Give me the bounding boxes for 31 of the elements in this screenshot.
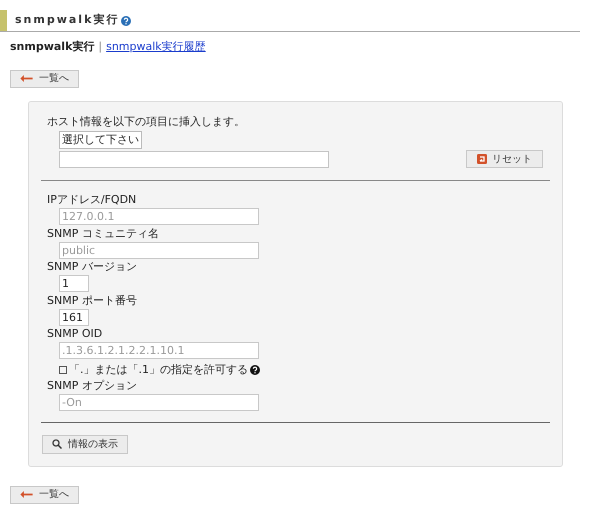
checkbox[interactable] (59, 366, 67, 374)
page-title: snmpwalk実行 (15, 12, 120, 28)
input-field[interactable]: -On (59, 394, 259, 411)
history-link[interactable]: snmpwalk実行履歴 (106, 39, 206, 56)
show-info-button[interactable]: 情報の表示 (42, 434, 128, 454)
field-label: IPアドレス/FQDN (47, 193, 138, 207)
checkbox-label: 「.」または「.1」の指定を許可する (69, 362, 248, 378)
accent-bar (0, 10, 7, 31)
field-label: SNMP コミュニティ名 (47, 226, 160, 240)
field-label: SNMP ポート番号 (47, 294, 138, 308)
input-field[interactable]: .1.3.6.1.2.1.2.2.1.10.1 (59, 342, 259, 359)
return-arrow-icon (477, 154, 487, 164)
insert-instruction: ホスト情報を以下の項目に挿入します。 (46, 114, 246, 130)
host-select[interactable]: 選択して下さい (59, 131, 142, 149)
left-arrow-icon (20, 75, 33, 82)
field-label: SNMP オプション (47, 379, 138, 393)
search-icon (52, 439, 62, 449)
input-field[interactable]: public (59, 242, 259, 258)
reset-button[interactable]: リセット (466, 150, 543, 168)
host-input-field[interactable] (59, 150, 329, 168)
field-label: SNMP OID (47, 327, 104, 341)
input-field[interactable]: 161 (59, 308, 89, 326)
back-button[interactable]: 一覧へ (10, 486, 79, 504)
left-arrow-icon (20, 491, 33, 498)
back-button[interactable]: 一覧へ (10, 70, 79, 88)
field-label: SNMP バージョン (47, 260, 138, 274)
help-icon[interactable] (250, 364, 260, 375)
current-page-label: snmpwalk実行 (10, 39, 94, 55)
input-field[interactable]: 127.0.0.1 (59, 208, 259, 225)
separator: | (98, 39, 102, 55)
input-field[interactable]: 1 (59, 275, 89, 292)
